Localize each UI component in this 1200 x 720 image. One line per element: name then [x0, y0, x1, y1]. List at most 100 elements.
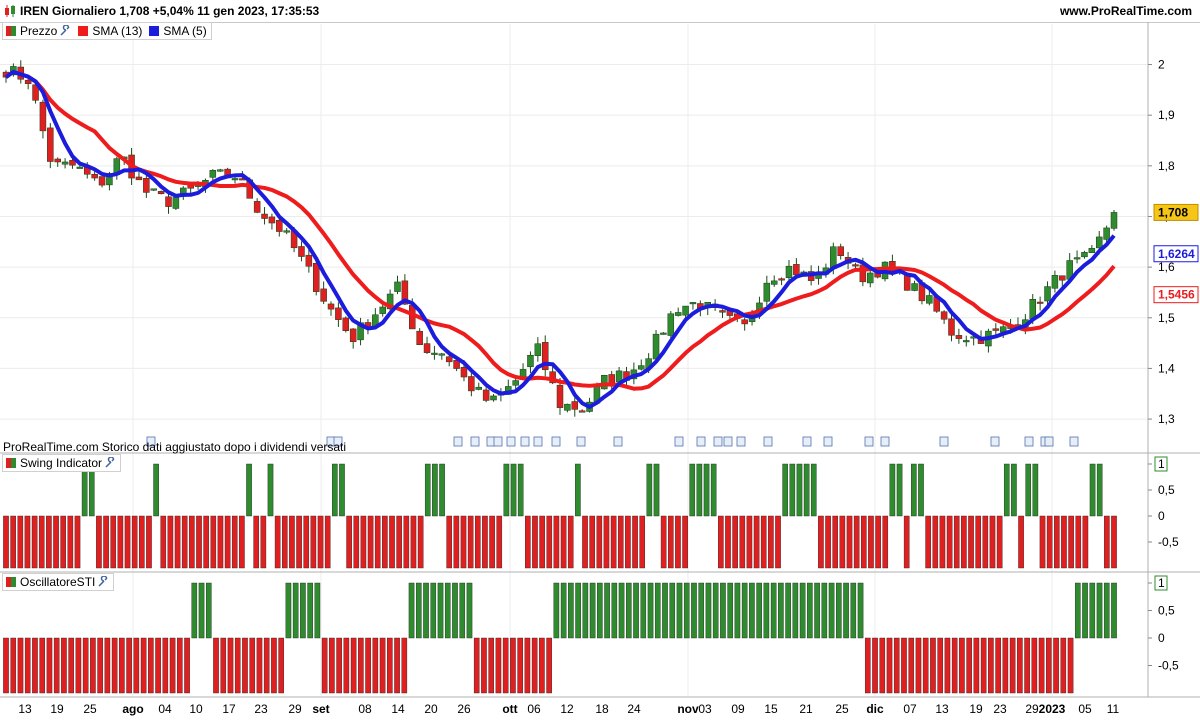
indicator-bar	[453, 515, 460, 569]
indicator-bar	[140, 637, 147, 694]
dividend-marker-icon	[713, 436, 723, 447]
candle-body	[660, 332, 667, 335]
indicator-bar	[474, 515, 481, 569]
candle-body	[423, 343, 431, 353]
x-axis-label: 03	[698, 702, 712, 716]
indicator-bar	[224, 515, 231, 569]
candle-body	[778, 278, 785, 281]
candle-body	[948, 318, 955, 336]
indicator-bar	[1032, 463, 1039, 517]
indicator-bar	[336, 637, 342, 694]
indicator-bar	[307, 582, 313, 639]
candle-body	[1110, 212, 1118, 229]
indicator-bar	[789, 463, 796, 517]
y-tick-label: 2	[1158, 58, 1165, 72]
indicator-bar	[119, 637, 125, 694]
indicator-bar	[423, 582, 429, 639]
candle-body	[460, 366, 468, 378]
indicator-bar	[133, 637, 140, 694]
candle-body	[674, 312, 682, 316]
wrench-icon[interactable]	[97, 576, 109, 588]
indicator-bar	[825, 515, 831, 569]
legend-sma13[interactable]: SMA (13)	[78, 24, 142, 38]
indicator-bar	[951, 637, 958, 694]
indicator-bar	[46, 515, 52, 569]
indicator-bar	[654, 582, 661, 639]
y-tick-label: 1	[1158, 576, 1165, 590]
legend-swing[interactable]: Swing Indicator	[6, 456, 116, 470]
indicator-bar	[444, 582, 451, 639]
x-axis-label: 18	[595, 702, 609, 716]
candle-body	[608, 374, 615, 384]
candle-body	[298, 246, 305, 257]
indicator-bar	[861, 515, 867, 569]
indicator-bar	[169, 637, 176, 694]
price-swatch-icon	[6, 26, 16, 36]
candle-body	[431, 352, 438, 355]
legend-price[interactable]: Prezzo	[6, 24, 71, 38]
indicator-bar	[575, 463, 581, 517]
indicator-bar	[796, 463, 803, 517]
candle-body	[689, 302, 697, 305]
candle-body	[763, 282, 771, 302]
dividend-marker-icon	[802, 436, 812, 447]
indicator-bar	[473, 637, 480, 694]
indicator-bar	[437, 582, 444, 639]
indicator-bar	[959, 637, 965, 694]
indicator-bar	[38, 515, 45, 569]
indicator-bar	[689, 463, 696, 517]
indicator-bar	[496, 515, 503, 569]
indicator-bar	[495, 637, 502, 694]
dividend-marker-icon	[864, 436, 874, 447]
chart-area[interactable]: 21,91,81,71,61,51,41,310,50-0,510,50-0,5…	[0, 0, 1200, 720]
indicator-bar	[1096, 463, 1103, 517]
indicator-bar	[256, 637, 263, 694]
indicator-bar	[367, 515, 374, 569]
legend-sma5[interactable]: SMA (5)	[149, 24, 207, 38]
dividend-marker-icon	[696, 436, 706, 447]
x-axis-label: 10	[189, 702, 203, 716]
legend-oscillator[interactable]: OscillatoreSTI	[6, 575, 109, 589]
indicator-bar	[310, 515, 317, 569]
wrench-icon[interactable]	[104, 457, 116, 469]
x-axis-label: 20	[424, 702, 438, 716]
indicator-bar	[604, 582, 610, 639]
dividend-marker-icon	[1044, 436, 1054, 447]
indicator-bar	[31, 515, 38, 569]
indicator-bar	[944, 637, 951, 694]
indicator-bar	[582, 582, 589, 639]
indicator-bar	[332, 463, 338, 517]
indicator-bar	[203, 515, 209, 569]
indicator-bar	[155, 637, 161, 694]
wrench-icon[interactable]	[59, 25, 71, 37]
candle-body	[482, 389, 490, 401]
indicator-bar	[260, 515, 267, 569]
candle-body	[47, 127, 54, 162]
candle-body	[305, 254, 313, 267]
indicator-bar	[1053, 637, 1059, 694]
indicator-bar	[389, 515, 395, 569]
indicator-bar	[882, 515, 889, 569]
indicator-bar	[346, 515, 352, 569]
indicator-bar	[732, 515, 738, 569]
dividend-marker-icon	[533, 436, 543, 447]
indicator-bar	[17, 637, 24, 694]
indicator-bar	[174, 515, 181, 569]
price-legend: Prezzo SMA (13) SMA (5)	[2, 22, 212, 40]
indicator-bar	[387, 637, 393, 694]
x-axis-label: nov	[677, 702, 699, 716]
indicator-bar	[1061, 515, 1067, 569]
indicator-bar	[124, 515, 131, 569]
candle-body	[216, 169, 224, 172]
candle-body	[98, 176, 106, 186]
indicator-bar	[177, 637, 183, 694]
price-labels: 1,708 1,6264 1,5456	[1153, 203, 1199, 304]
indicator-bar	[886, 637, 893, 694]
candle-body	[475, 386, 482, 390]
indicator-bar	[810, 463, 817, 517]
indicator-bar	[339, 463, 345, 517]
indicator-bar	[292, 582, 299, 639]
indicator-bar	[167, 515, 174, 569]
indicator-bar	[466, 582, 473, 639]
indicator-bar	[639, 515, 646, 569]
